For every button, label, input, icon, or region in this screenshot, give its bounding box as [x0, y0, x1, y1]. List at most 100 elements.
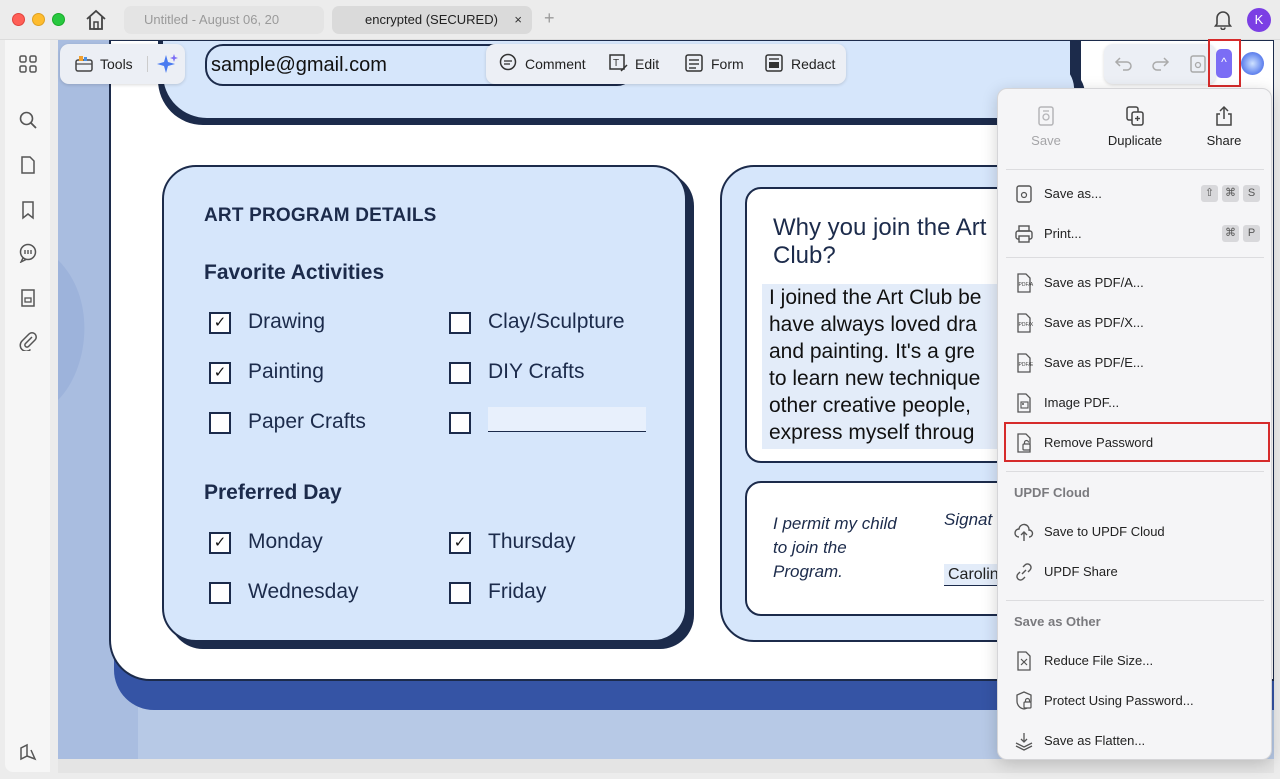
menu-item-save-as[interactable]: Save as... ⇧ ⌘ S — [998, 174, 1271, 214]
redo-icon[interactable] — [1150, 54, 1170, 74]
share-button[interactable]: Share — [1184, 105, 1264, 148]
undo-icon[interactable] — [1114, 54, 1134, 74]
checkbox-wednesday[interactable] — [209, 582, 231, 604]
tab-label: encrypted (SECURED) — [365, 12, 498, 27]
answer-line: other creative people, — [769, 394, 971, 417]
menu-item-protect-password[interactable]: Protect Using Password... — [998, 681, 1271, 721]
menu-item-label: Image PDF... — [1044, 395, 1120, 410]
answer-line: express myself throug — [769, 421, 975, 444]
svg-text:PDF/A: PDF/A — [1019, 282, 1034, 288]
page-icon[interactable] — [18, 155, 38, 175]
checkbox-thursday[interactable]: ✓ — [449, 532, 471, 554]
comment-label: Comment — [525, 56, 586, 72]
menu-item-reduce-file-size[interactable]: Reduce File Size... — [998, 641, 1271, 681]
menu-item-save-as-flatten[interactable]: Save as Flatten... — [998, 721, 1271, 761]
save-icon — [1038, 106, 1054, 126]
home-icon[interactable] — [84, 9, 108, 31]
menu-item-label: Save to UPDF Cloud — [1044, 524, 1165, 539]
tools-button[interactable]: Tools — [100, 56, 133, 72]
signature-field[interactable]: Carolin — [944, 564, 1004, 586]
svg-text:T: T — [613, 58, 619, 69]
edit-label: Edit — [635, 56, 660, 72]
menu-divider — [1006, 257, 1264, 258]
menu-divider — [1006, 471, 1264, 472]
sidebar-toggle-icon[interactable] — [18, 742, 38, 762]
signature-label: Signat — [944, 510, 993, 529]
menu-item-save-as-pdf-a[interactable]: PDF/A Save as PDF/A... — [998, 263, 1271, 303]
tools-toolbar: Tools — [60, 44, 185, 84]
close-tab-icon[interactable]: × — [514, 6, 522, 34]
form-fields-icon[interactable] — [18, 288, 38, 308]
menu-item-label: Save as Flatten... — [1044, 733, 1146, 748]
checkbox-paper-crafts[interactable] — [209, 412, 231, 434]
shortcut-key: S — [1243, 185, 1260, 202]
duplicate-button[interactable]: Duplicate — [1095, 105, 1175, 148]
image-pdf-icon — [1017, 393, 1031, 413]
menu-item-print[interactable]: Print... ⌘ P — [998, 214, 1271, 254]
checkbox-other[interactable] — [449, 412, 471, 434]
menu-item-updf-share[interactable]: UPDF Share — [998, 552, 1271, 592]
avatar[interactable]: K — [1247, 8, 1271, 32]
checkbox-label: Paper Crafts — [248, 410, 366, 433]
checkbox-monday[interactable]: ✓ — [209, 532, 231, 554]
pdf-a-icon: PDF/A — [1017, 273, 1034, 293]
add-tab-button[interactable]: + — [544, 8, 555, 29]
checkbox-painting[interactable]: ✓ — [209, 362, 231, 384]
bookmark-icon[interactable] — [18, 200, 38, 220]
pdf-e-icon: PDF/E — [1017, 353, 1034, 373]
thumbnails-icon[interactable] — [18, 54, 38, 74]
menu-item-label: Save as PDF/X... — [1044, 315, 1144, 330]
form-label: Form — [711, 56, 744, 72]
close-window-button[interactable] — [12, 13, 25, 26]
pdf-x-icon: PDF/X — [1017, 313, 1034, 333]
menu-item-save-as-pdf-e[interactable]: PDF/E Save as PDF/E... — [998, 343, 1271, 383]
flatten-icon — [1015, 733, 1033, 751]
search-icon[interactable] — [18, 110, 38, 130]
ai-assistant-icon[interactable] — [1241, 52, 1264, 75]
comment-button[interactable]: Comment — [498, 52, 590, 76]
horizontal-scrollbar[interactable] — [58, 759, 1274, 773]
menu-item-image-pdf[interactable]: Image PDF... — [998, 383, 1271, 423]
title-bar: Untitled - August 06, 20 encrypted (SECU… — [0, 0, 1280, 40]
save-button[interactable]: Save — [1006, 105, 1086, 148]
svg-text:PDF/E: PDF/E — [1019, 362, 1034, 368]
menu-item-label: Save as... — [1044, 186, 1102, 201]
menu-item-save-to-cloud[interactable]: Save to UPDF Cloud — [998, 512, 1271, 552]
checkbox-drawing[interactable]: ✓ — [209, 312, 231, 334]
svg-text:PDF/X: PDF/X — [1019, 322, 1034, 328]
edit-text-icon: T — [609, 54, 628, 72]
comments-icon[interactable] — [18, 243, 38, 263]
menu-top-actions: Save Duplicate Share — [998, 89, 1271, 169]
checkbox-clay-sculpture[interactable] — [449, 312, 471, 334]
form-button[interactable]: Form — [684, 52, 746, 76]
minimize-window-button[interactable] — [32, 13, 45, 26]
panel-title: ART PROGRAM DETAILS — [204, 205, 437, 226]
redact-button[interactable]: Redact — [764, 52, 844, 76]
why-join-title: Why you join the Art Club? — [773, 214, 987, 269]
ai-sparkle-icon[interactable] — [156, 52, 180, 76]
menu-item-label: Print... — [1044, 226, 1082, 241]
attachment-icon[interactable] — [18, 331, 38, 351]
menu-item-label: Save as PDF/A... — [1044, 275, 1144, 290]
toolbox-icon[interactable] — [74, 54, 94, 74]
reduce-size-icon — [1017, 651, 1031, 671]
why-join-answer-field[interactable]: I joined the Art Club be have always lov… — [762, 284, 1012, 449]
save-icon[interactable] — [1188, 54, 1208, 74]
tab-untitled[interactable]: Untitled - August 06, 20 — [124, 6, 324, 34]
menu-item-label: Reduce File Size... — [1044, 653, 1154, 668]
bell-icon[interactable] — [1214, 10, 1232, 30]
save-label: Save — [1031, 133, 1061, 148]
checkbox-label: Monday — [248, 530, 323, 553]
checkbox-label: Clay/Sculpture — [488, 310, 625, 333]
other-activity-input[interactable] — [488, 407, 646, 432]
zoom-window-button[interactable] — [52, 13, 65, 26]
tab-encrypted[interactable]: encrypted (SECURED) × — [332, 6, 532, 34]
toggle-highlight-frame — [1208, 39, 1241, 87]
print-icon — [1015, 225, 1033, 243]
edit-button[interactable]: T Edit — [608, 52, 668, 76]
checkbox-friday[interactable] — [449, 582, 471, 604]
checkbox-diy-crafts[interactable] — [449, 362, 471, 384]
menu-item-save-as-pdf-x[interactable]: PDF/X Save as PDF/X... — [998, 303, 1271, 343]
remove-password-highlight-frame — [1004, 422, 1270, 462]
answer-line: to learn new technique — [769, 367, 981, 390]
